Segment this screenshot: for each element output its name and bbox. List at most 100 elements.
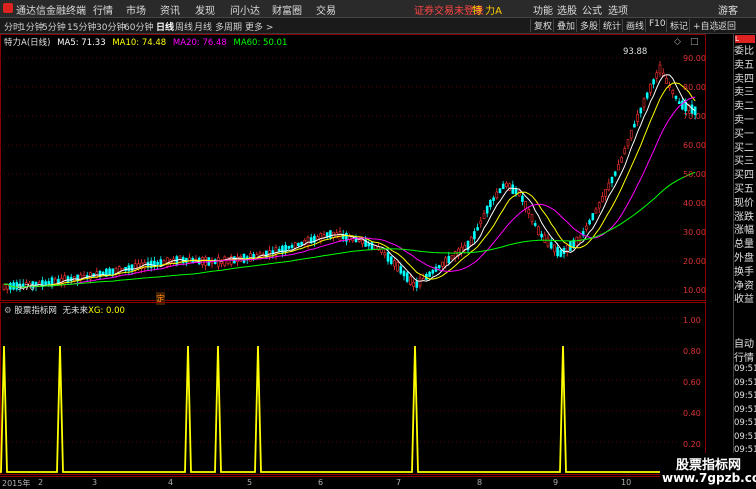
period-more[interactable]: 更多 > xyxy=(245,20,273,33)
side-time: 09:51 xyxy=(734,377,756,388)
period-toolbar: 分时 1分钟 5分钟 15分钟 30分钟 60分钟 日线 周线 月线 多周期 更… xyxy=(0,18,756,34)
ind-ytick-1: 1.00 xyxy=(683,316,701,325)
candle-body xyxy=(277,248,281,252)
menu-jiaoyi[interactable]: 交易 xyxy=(316,2,336,17)
candle-body xyxy=(204,256,207,266)
ma5-line xyxy=(4,74,696,289)
indicator-legend: ⚙ 股票指标网 无未来XG: 0.00 xyxy=(4,304,125,316)
button-huaxian[interactable]: 画线 xyxy=(622,19,644,32)
ma20-line xyxy=(4,96,696,288)
xtick-7: 7 xyxy=(396,478,402,487)
side-time: 09:51 xyxy=(734,391,756,401)
candle-body xyxy=(476,227,479,231)
side-quote-label[interactable]: 行情 xyxy=(734,349,756,362)
candle-body xyxy=(604,189,607,197)
candle-body xyxy=(322,234,326,238)
max-price-label: 93.88 xyxy=(623,47,648,57)
candle-body xyxy=(594,208,598,214)
ma10-line xyxy=(4,82,696,288)
menu-faxian[interactable]: 发现 xyxy=(195,2,215,17)
candle-body xyxy=(306,236,310,246)
indicator-name: 无未来 xyxy=(62,306,89,316)
candle-body xyxy=(399,266,403,274)
indicator-value: XG: 0.00 xyxy=(88,306,125,316)
period-30min[interactable]: 30分钟 xyxy=(96,20,125,33)
candle-body xyxy=(588,220,591,225)
button-biaoji[interactable]: 标记 xyxy=(666,19,688,32)
menu-caifuquan[interactable]: 财富圈 xyxy=(272,2,302,17)
candle-body xyxy=(300,241,303,246)
candle-body xyxy=(444,257,447,267)
candle-body xyxy=(482,213,486,219)
side-item: 收益 xyxy=(734,294,754,304)
side-time: 09:51 xyxy=(734,418,756,428)
side-time: 09:51 xyxy=(734,404,756,415)
candle-body xyxy=(386,252,390,262)
period-daily[interactable]: 日线 xyxy=(156,20,174,33)
candle-body xyxy=(437,265,441,269)
side-item: 涨幅 xyxy=(734,225,754,235)
xtick-4: 4 xyxy=(168,478,174,487)
menu-wenxiaoda[interactable]: 问小达 xyxy=(230,2,260,17)
side-item: 委比 xyxy=(734,46,754,55)
ytick-60: 60.00 xyxy=(683,141,706,150)
side-item: 总量 xyxy=(734,239,754,249)
menu-shichang[interactable]: 市场 xyxy=(126,2,146,17)
period-monthly[interactable]: 月线 xyxy=(194,20,212,33)
candle-body xyxy=(44,281,47,285)
side-auto-label[interactable]: 自动 xyxy=(734,335,756,348)
side-item: 外盘 xyxy=(734,253,754,262)
button-f10[interactable]: F10 xyxy=(645,19,666,32)
candle-body xyxy=(655,72,659,79)
ytick-10: 10.00 xyxy=(683,286,706,295)
menu-gongneng[interactable]: 功能 xyxy=(533,2,553,17)
x-axis: 2015年 2 3 4 5 6 7 8 9 10 xyxy=(0,476,706,488)
button-duogu[interactable]: 多股 xyxy=(576,19,598,32)
pane-expand-icon[interactable]: ◇ xyxy=(674,37,681,47)
watermark: 股票指标网 www.7gpzb.com xyxy=(660,453,756,487)
period-15min[interactable]: 15分钟 xyxy=(67,20,96,33)
period-1min[interactable]: 1分钟 xyxy=(20,20,44,33)
candle-body xyxy=(556,247,559,257)
candle-body xyxy=(597,202,601,209)
pane-close-icon[interactable]: □ xyxy=(690,37,699,47)
button-fuquan[interactable]: 复权 xyxy=(530,19,552,32)
candle-body xyxy=(549,241,553,249)
side-item: 卖一 xyxy=(734,115,754,124)
kline-pane[interactable]: 特力A(日线) MA5: 71.33 MA10: 74.48 MA20: 76.… xyxy=(0,34,706,305)
candle-body xyxy=(501,183,505,190)
candle-body xyxy=(361,239,364,245)
candle-body xyxy=(553,244,556,253)
side-item: 卖二 xyxy=(734,101,754,111)
period-weekly[interactable]: 周线 xyxy=(175,20,193,33)
menu-zixun[interactable]: 资讯 xyxy=(160,2,180,17)
period-5min[interactable]: 5分钟 xyxy=(42,20,66,33)
period-60min[interactable]: 60分钟 xyxy=(124,20,153,33)
button-fanhui[interactable]: 返回 xyxy=(714,19,736,32)
menu-xuangu[interactable]: 选股 xyxy=(557,2,577,17)
side-time: 09:51 xyxy=(734,364,756,374)
indicator-pane[interactable]: ⚙ 股票指标网 无未来XG: 0.00 1.00 0.80 0.60 0.40 … xyxy=(0,302,706,475)
candle-body xyxy=(543,234,547,243)
button-diejia[interactable]: 叠加 xyxy=(553,19,575,32)
candle-body xyxy=(585,225,588,230)
indicator-settings-icon[interactable]: ⚙ xyxy=(4,306,12,316)
ytick-90: 90.00 xyxy=(683,54,706,63)
side-item: 换手 xyxy=(734,266,754,276)
header-stock-name: 特 力A xyxy=(472,6,503,17)
menu-xuanxiang[interactable]: 选项 xyxy=(608,2,628,17)
candle-body xyxy=(447,256,451,264)
candle-body xyxy=(649,83,652,93)
candle-body xyxy=(412,281,415,287)
candle-body xyxy=(479,220,483,225)
menu-gongshi[interactable]: 公式 xyxy=(582,2,602,17)
candle-body xyxy=(658,64,662,74)
xtick-10: 10 xyxy=(621,478,632,487)
period-multi[interactable]: 多周期 xyxy=(215,20,242,33)
menu-guest[interactable]: 游客 xyxy=(718,2,738,17)
ma60-label: MA60: 50.01 xyxy=(233,38,288,48)
candle-body xyxy=(645,92,649,99)
indicator-source: 股票指标网 xyxy=(14,306,57,316)
button-tongji[interactable]: 统计 xyxy=(599,19,621,32)
menu-hangqing[interactable]: 行情 xyxy=(93,2,113,17)
